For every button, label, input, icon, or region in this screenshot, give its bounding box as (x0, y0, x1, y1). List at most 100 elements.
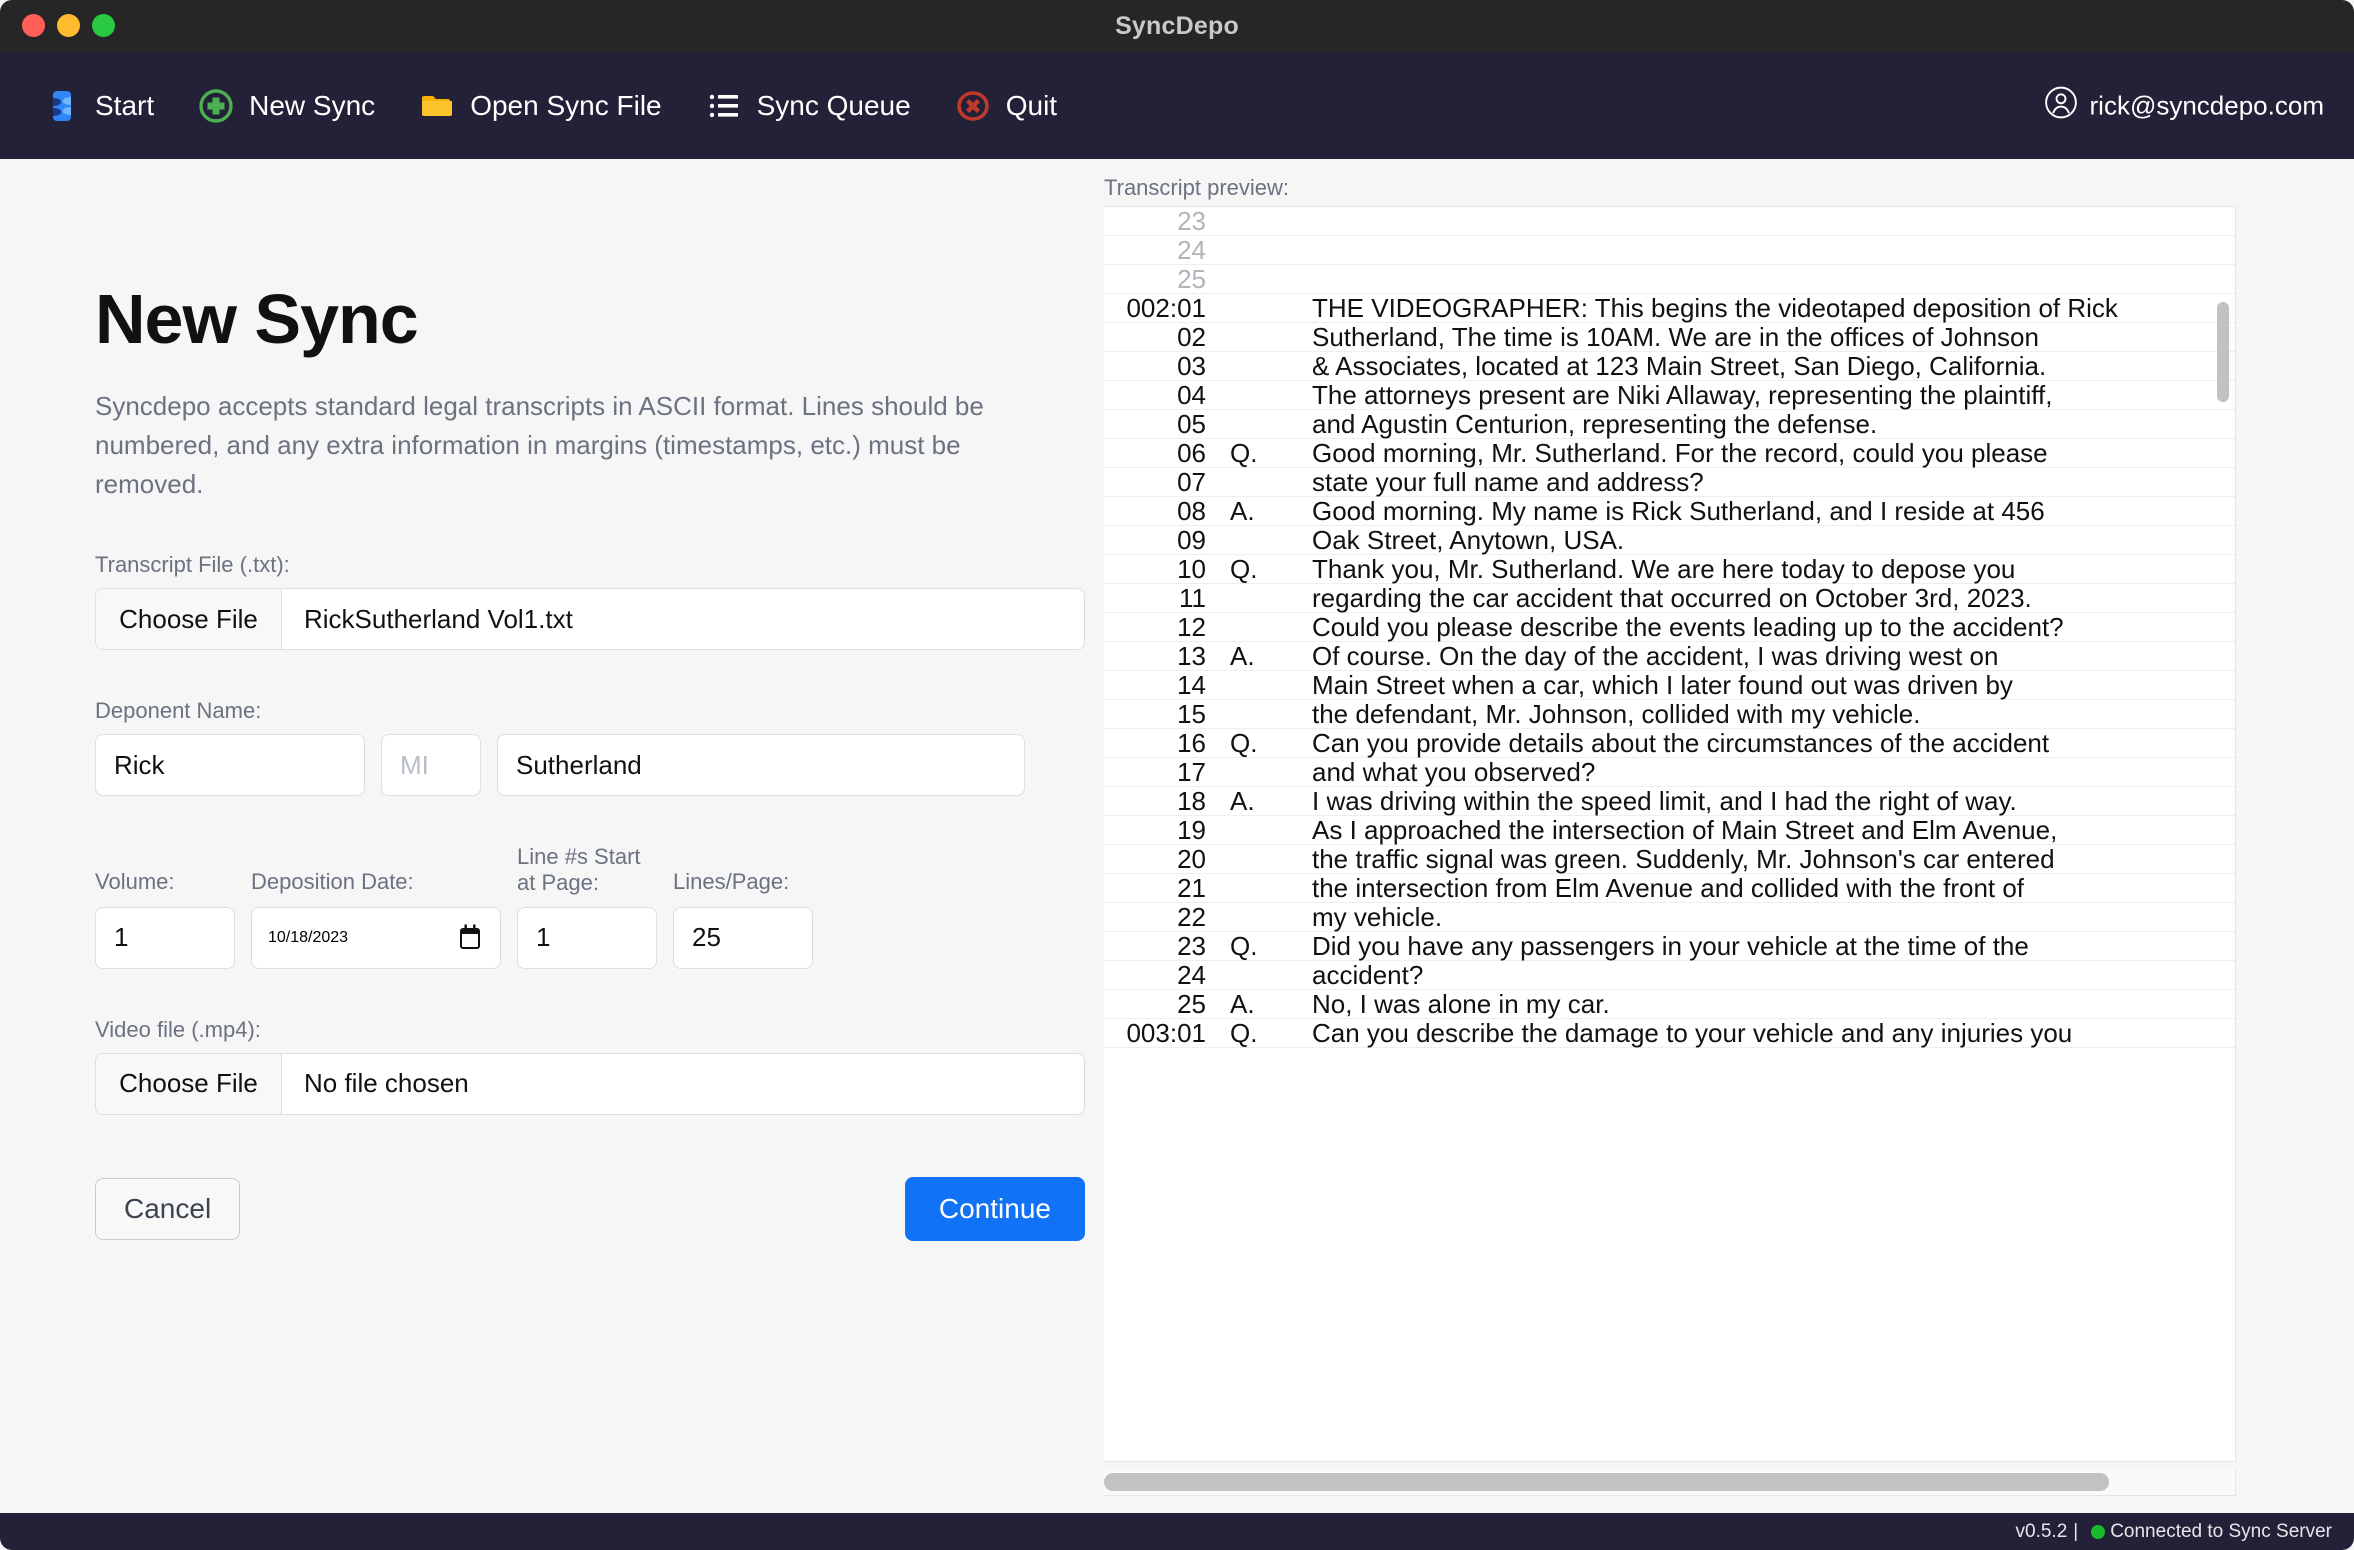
status-bar: v0.5.2 | Connected to Sync Server (0, 1513, 2354, 1550)
transcript-line-number: 10 (1177, 553, 1206, 584)
transcript-line-row: 23 (1104, 207, 2235, 236)
transcript-line-row: 21 the intersection from Elm Avenue and c… (1104, 872, 2235, 903)
video-file-name: No file chosen (304, 1068, 469, 1099)
video-choose-file-button[interactable]: Choose File (96, 1053, 282, 1114)
deposition-date-value: 10/18/2023 (268, 928, 349, 946)
transcript-line-text: Thank you, Mr. Sutherland. We are here t… (1312, 553, 2016, 584)
transcript-line-text: the intersection from Elm Avenue and col… (1312, 872, 2025, 903)
volume-field: Volume: (95, 869, 235, 969)
transcript-preview-label: Transcript preview: (1104, 175, 1290, 200)
cancel-button[interactable]: Cancel (95, 1177, 241, 1240)
video-file-input[interactable]: Choose File No file chosen (95, 1052, 1085, 1115)
list-icon (706, 88, 742, 124)
toolbar-item-start-label: Start (95, 89, 155, 121)
deponent-last-name-input[interactable] (497, 734, 1025, 796)
transcript-line-text: and what you observed? (1312, 756, 1596, 787)
line-start-page-label-line1: Line #s Start (517, 844, 641, 869)
transcript-line-text: Good morning. My name is Rick Sutherland… (1312, 495, 2045, 526)
status-separator: | (2073, 1520, 2079, 1542)
transcript-line-text: Oak Street, Anytown, USA. (1312, 524, 1625, 555)
video-file-label: Video file (.mp4): (95, 1016, 261, 1042)
deposition-meta-row: Volume: Deposition Date: 10/18/2023 (95, 844, 1096, 969)
transcript-line-row: 05 and Agustin Centurion, representing th… (1104, 409, 2235, 439)
transcript-line-number: 16 (1177, 727, 1206, 758)
volume-label: Volume: (95, 868, 175, 894)
transcript-line-number: 25 (1177, 988, 1206, 1019)
transcript-file-label: Transcript File (.txt): (95, 552, 290, 577)
transcript-line-number: 002:01 (1126, 292, 1206, 323)
transcript-line-number: 03 (1177, 350, 1206, 381)
line-start-page-input[interactable] (517, 906, 657, 969)
transcript-line-text: regarding the car accident that occurred… (1312, 582, 2032, 613)
transcript-line-number: 11 (1179, 582, 1206, 613)
toolbar-item-open-sync-file[interactable]: Open Sync File (397, 80, 683, 132)
calendar-icon[interactable] (458, 924, 484, 952)
transcript-line-speaker: A. (1230, 495, 1255, 526)
transcript-line-list: 22232425002:01THE VIDEOGRAPHER: This beg… (1104, 207, 2235, 1048)
transcript-file-input[interactable]: Choose File RickSutherland Vol1.txt (95, 588, 1085, 650)
transcript-line-row: 12 Could you please describe the events l… (1104, 612, 2235, 642)
transcript-line-number: 003:01 (1126, 1017, 1206, 1048)
continue-button[interactable]: Continue (904, 1176, 1085, 1241)
status-led-icon (2091, 1525, 2106, 1539)
transcript-line-row: 15 the defendant, Mr. Johnson, collided w… (1104, 698, 2235, 729)
transcript-line-text: the defendant, Mr. Johnson, collided wit… (1312, 698, 1921, 729)
transcript-line-row: 06 Q. Good morning, Mr. Sutherland. For th… (1104, 437, 2235, 468)
window-titlebar: SyncDepo (0, 0, 2354, 52)
app-window: SyncDepo Start New Sync Open Sync File S… (0, 0, 2354, 1550)
transcript-line-speaker: A. (1230, 640, 1255, 671)
transcript-line-speaker: A. (1230, 785, 1255, 816)
transcript-line-number: 14 (1177, 669, 1206, 700)
toolbar-item-start[interactable]: Start (22, 80, 176, 132)
transcript-line-number: 08 (1177, 495, 1206, 526)
transcript-line-text: Can you provide details about the circum… (1312, 727, 2050, 758)
transcript-line-row: 23 Q. Did you have any passengers in your … (1104, 930, 2235, 961)
transcript-line-text: Can you describe the damage to your vehi… (1312, 1017, 2073, 1048)
transcript-line-speaker: Q. (1230, 1017, 1258, 1048)
transcript-line-row: 11 regarding the car accident that occurr… (1104, 582, 2235, 613)
transcript-vertical-scrollbar[interactable] (2215, 207, 2231, 1461)
transcript-line-number: 20 (1177, 843, 1206, 874)
transcript-line-number: 09 (1177, 524, 1206, 555)
transcript-line-row: 16 Q. Can you provide details about the ci… (1104, 727, 2235, 758)
deponent-name-field: Deponent Name: (95, 698, 1096, 796)
transcript-line-row: 07 state your full name and address? (1104, 466, 2235, 497)
deposition-date-input[interactable]: 10/18/2023 (251, 906, 501, 969)
transcript-line-row: 13 A. Of course. On the day of the acciden… (1104, 640, 2235, 671)
transcript-line-row: 09 Oak Street, Anytown, USA. (1104, 524, 2235, 555)
transcript-preview-box[interactable]: 22232425002:01THE VIDEOGRAPHER: This beg… (1104, 206, 2236, 1462)
deponent-name-label: Deponent Name: (95, 698, 262, 723)
transcript-line-text: Main Street when a car, which I later fo… (1312, 669, 2013, 700)
user-account-button[interactable]: rick@syncdepo.com (2044, 85, 2324, 126)
transcript-line-text: Good morning, Mr. Sutherland. For the re… (1312, 437, 2048, 468)
toolbar-item-quit[interactable]: Quit (933, 80, 1079, 132)
transcript-choose-file-button[interactable]: Choose File (96, 589, 282, 649)
transcript-line-number: 17 (1177, 756, 1206, 787)
transcript-line-speaker: Q. (1230, 930, 1258, 961)
transcript-line-speaker: Q. (1230, 727, 1258, 758)
transcript-line-speaker: Q. (1230, 553, 1258, 584)
deponent-first-name-input[interactable] (95, 734, 365, 796)
transcript-vertical-scrollbar-thumb[interactable] (2217, 302, 2229, 402)
transcript-line-row: 25 (1104, 264, 2235, 294)
toolbar-item-new-sync[interactable]: New Sync (176, 80, 397, 132)
user-circle-icon (2044, 85, 2078, 126)
transcript-line-row: 20 the traffic signal was green. Suddenly… (1104, 843, 2235, 874)
toolbar-item-sync-queue[interactable]: Sync Queue (684, 80, 933, 132)
transcript-line-number: 24 (1177, 959, 1206, 990)
transcript-line-text: state your full name and address? (1312, 466, 1704, 497)
line-start-page-label: Line #s Start at Page: (517, 844, 657, 897)
form-actions: Cancel Continue (95, 1176, 1085, 1241)
transcript-horizontal-scrollbar-thumb[interactable] (1104, 1473, 2109, 1491)
deponent-middle-initial-input[interactable] (381, 734, 481, 796)
lines-per-page-input[interactable] (673, 906, 813, 969)
transcript-line-text: No, I was alone in my car. (1312, 988, 1610, 1019)
volume-input[interactable] (95, 906, 235, 969)
transcript-line-row: 002:01 THE VIDEOGRAPHER: This begins the … (1104, 292, 2235, 323)
transcript-line-text: the traffic signal was green. Suddenly, … (1312, 843, 2055, 874)
transcript-line-number: 02 (1177, 321, 1206, 352)
transcript-line-number: 19 (1177, 814, 1206, 845)
status-connection: Connected to Sync Server (2110, 1520, 2332, 1542)
transcript-line-row: 18 A. I was driving within the speed limit… (1104, 785, 2235, 816)
transcript-line-row: 25 A. No, I was alone in my car. (1104, 988, 2235, 1019)
